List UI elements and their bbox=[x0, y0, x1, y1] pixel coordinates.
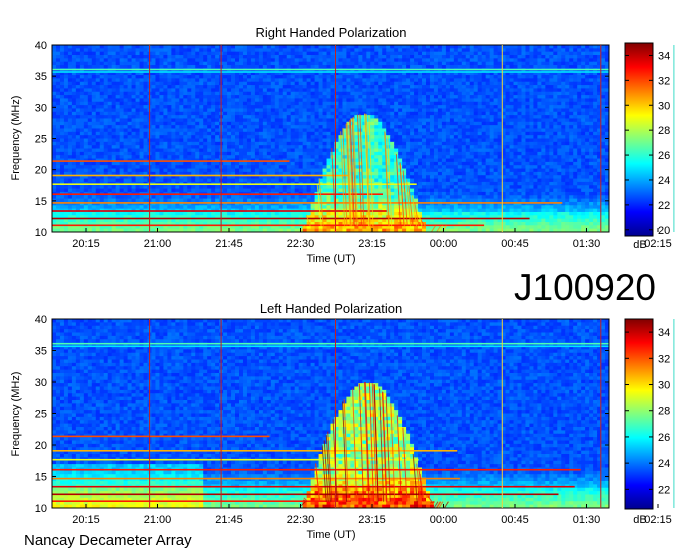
spectrogram-area bbox=[52, 45, 609, 232]
dynamic-spectrum-figure: Right Handed Polarization 10152025303540… bbox=[10, 25, 675, 549]
chart-title: Right Handed Polarization bbox=[255, 25, 406, 40]
panel-right-polarization: Right Handed Polarization 10152025303540… bbox=[10, 25, 675, 265]
